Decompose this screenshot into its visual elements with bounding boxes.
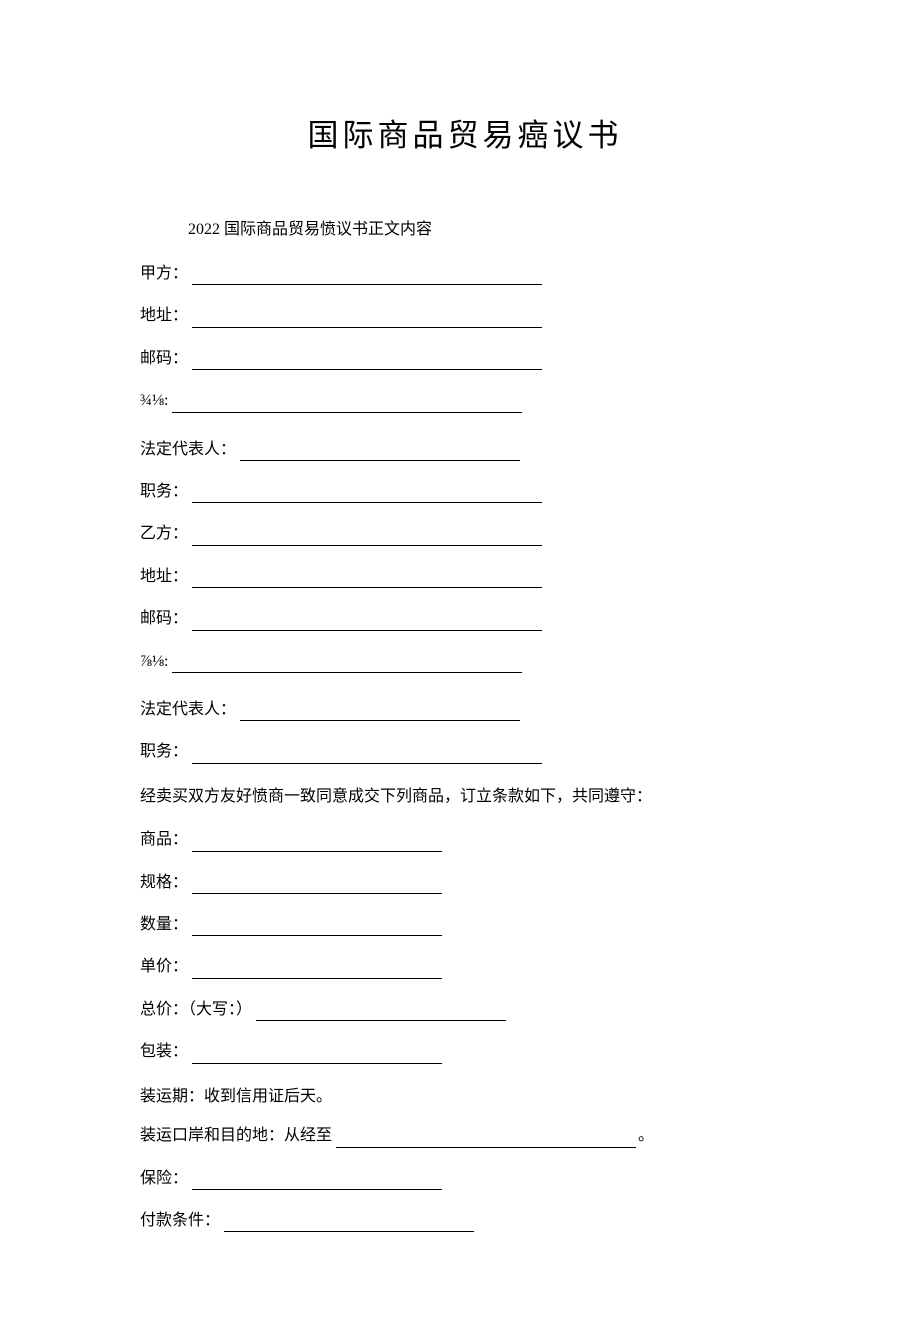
shipment-port-period: 。 [638,1125,654,1147]
packing-row: 包装： [140,1041,790,1063]
document-title: 国际商品贸易癌议书 [140,110,790,155]
shipment-port-label: 装运口岸和目的地：从经至 [140,1125,332,1147]
party-a-address-label: 地址： [140,305,188,327]
party-b-address-label: 地址： [140,566,188,588]
payment-label: 付款条件： [140,1210,220,1232]
insurance-blank[interactable] [192,1189,442,1190]
intro-paragraph: 经卖买双方友好愤商一致同意成交下列商品，订立条款如下，共同遵守： [140,784,790,810]
party-b-name-blank[interactable] [192,545,542,546]
party-b-phone-row: ⅞⅛: [140,651,790,673]
party-a-name-label: 甲方： [140,263,188,285]
party-b-address-blank[interactable] [192,587,542,588]
party-a-position-label: 职务： [140,481,188,503]
payment-blank[interactable] [224,1231,474,1232]
spec-row: 规格： [140,872,790,894]
party-b-rep-blank[interactable] [240,720,520,721]
party-a-rep-blank[interactable] [240,460,520,461]
party-b-postcode-label: 邮码： [140,608,188,630]
total-row: 总价：（大写：） [140,999,790,1021]
party-a-postcode-label: 邮码： [140,348,188,370]
spec-blank[interactable] [192,893,442,894]
unit-price-row: 单价： [140,956,790,978]
party-b-postcode-row: 邮码： [140,608,790,630]
party-b-name-label: 乙方： [140,523,188,545]
party-a-name-row: 甲方： [140,263,790,285]
party-a-phone-row: ¾⅛: [140,390,790,412]
party-b-name-row: 乙方： [140,523,790,545]
party-b-phone-label: ⅞⅛: [140,651,168,673]
party-a-position-row: 职务： [140,481,790,503]
insurance-row: 保险： [140,1168,790,1190]
party-a-name-blank[interactable] [192,284,542,285]
spec-label: 规格： [140,872,188,894]
party-b-position-label: 职务： [140,741,188,763]
total-label: 总价：（大写：） [140,999,252,1021]
party-b-rep-row: 法定代表人： [140,699,790,721]
party-a-address-blank[interactable] [192,327,542,328]
qty-row: 数量： [140,914,790,936]
party-a-address-row: 地址： [140,305,790,327]
party-b-position-blank[interactable] [192,763,542,764]
party-a-rep-label: 法定代表人： [140,439,236,461]
party-a-phone-label: ¾⅛: [140,390,168,412]
party-b-address-row: 地址： [140,566,790,588]
party-a-postcode-row: 邮码： [140,348,790,370]
party-b-rep-label: 法定代表人： [140,699,236,721]
qty-label: 数量： [140,914,188,936]
product-label: 商品： [140,829,188,851]
party-a-postcode-blank[interactable] [192,369,542,370]
party-b-position-row: 职务： [140,741,790,763]
packing-label: 包装： [140,1041,188,1063]
party-b-phone-blank[interactable] [172,672,522,673]
shipment-port-row: 装运口岸和目的地：从经至 。 [140,1125,790,1147]
party-b-postcode-blank[interactable] [192,630,542,631]
total-blank[interactable] [256,1020,506,1021]
payment-row: 付款条件： [140,1210,790,1232]
product-blank[interactable] [192,851,442,852]
insurance-label: 保险： [140,1168,188,1190]
party-a-position-blank[interactable] [192,502,542,503]
unit-price-blank[interactable] [192,978,442,979]
party-a-phone-blank[interactable] [172,412,522,413]
unit-price-label: 单价： [140,956,188,978]
shipment-period-text: 装运期：收到信用证后天。 [140,1084,790,1110]
product-row: 商品： [140,829,790,851]
document-subtitle: 2022 国际商品贸易愤议书正文内容 [140,215,790,239]
packing-blank[interactable] [192,1063,442,1064]
party-a-rep-row: 法定代表人： [140,439,790,461]
shipment-port-blank[interactable] [336,1147,636,1148]
qty-blank[interactable] [192,935,442,936]
